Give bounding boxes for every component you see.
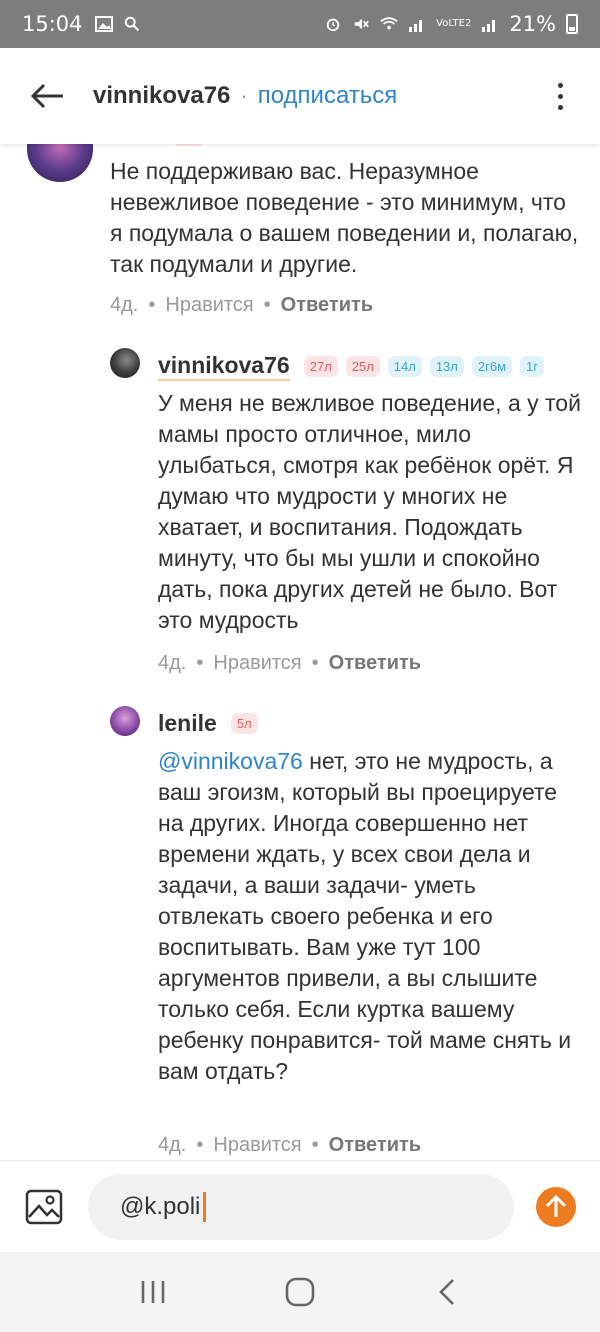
reply-button[interactable]: Ответить xyxy=(329,1134,421,1157)
comment-author[interactable]: vinnikova76 xyxy=(158,352,290,381)
reply-button[interactable]: Ответить xyxy=(281,294,373,317)
comment-meta: 4д. • Нравится • Ответить xyxy=(158,652,422,675)
signal-icon-2 xyxy=(482,20,496,32)
search-icon xyxy=(124,16,139,31)
comment-time: 4д. xyxy=(158,652,187,674)
app-header: vinnikova76 · подписаться xyxy=(0,48,600,144)
status-bar: 15:04 VoLTE2 21% xyxy=(0,0,600,48)
battery-icon xyxy=(566,14,578,34)
badge: 14л xyxy=(387,356,422,377)
back-nav-icon xyxy=(438,1279,454,1305)
photo-icon xyxy=(25,1189,63,1224)
comment-text: Не поддерживаю вас. Неразумное невежливо… xyxy=(110,158,579,277)
alarm-icon xyxy=(326,18,340,32)
recents-button[interactable] xyxy=(133,1272,173,1312)
badge: 13л xyxy=(429,356,464,377)
comments-list: Не поддерживаю вас. Неразумное невежливо… xyxy=(0,144,600,1159)
gallery-icon xyxy=(94,16,113,32)
comment-time: 4д. xyxy=(158,1134,187,1156)
comment-meta: 4д. • Нравится • Ответить xyxy=(158,1134,422,1157)
photo-button[interactable] xyxy=(24,1187,64,1227)
text-caret xyxy=(203,1191,207,1222)
battery-percent: 21% xyxy=(509,12,556,36)
like-button[interactable]: Нравится xyxy=(165,294,253,317)
signal-icon xyxy=(409,20,423,32)
comment-text: @vinnikova76 нет, это не мудрость, а ваш… xyxy=(158,746,583,1087)
recents-icon xyxy=(142,1281,165,1303)
badge: 25л xyxy=(345,356,380,377)
back-arrow-icon xyxy=(31,83,63,109)
avatar[interactable] xyxy=(110,706,140,736)
mention-link[interactable]: @vinnikova76 xyxy=(158,748,303,774)
like-button[interactable]: Нравится xyxy=(213,1134,301,1157)
comment-item: Не поддерживаю вас. Неразумное невежливо… xyxy=(0,144,600,324)
avatar[interactable] xyxy=(27,144,93,182)
send-arrow-icon xyxy=(545,1194,567,1217)
badge: 1г xyxy=(520,356,544,377)
badge: 2г6м xyxy=(471,356,513,377)
header-separator: · xyxy=(240,83,248,108)
comment-body: нет, это не мудрость, а ваш эгоизм, кото… xyxy=(158,748,572,1084)
mute-icon xyxy=(354,18,369,30)
author-row: vinnikova76 27л 25л 14л 13л 2г6м 1г xyxy=(158,352,544,381)
status-time: 15:04 xyxy=(22,12,83,36)
header-username[interactable]: vinnikova76 xyxy=(93,82,230,110)
system-nav-bar xyxy=(0,1252,600,1332)
reply-button[interactable]: Ответить xyxy=(329,652,421,675)
comment-author[interactable]: lenile xyxy=(158,710,217,737)
like-button[interactable]: Нравится xyxy=(213,652,301,675)
comment-meta: 4д. • Нравится • Ответить xyxy=(110,294,374,317)
comment-input[interactable]: @k.poli xyxy=(88,1173,514,1240)
wifi-icon xyxy=(380,17,398,30)
comment-input-value: @k.poli xyxy=(120,1192,201,1220)
comment-time: 4д. xyxy=(110,294,139,316)
home-icon xyxy=(285,1277,315,1307)
network-label: VoLTE2 xyxy=(436,18,472,29)
subscribe-link[interactable]: подписаться xyxy=(258,82,398,110)
comment-text: У меня не вежливое поведение, а у той ма… xyxy=(158,390,581,633)
badge: 5л xyxy=(230,713,258,734)
send-button[interactable] xyxy=(536,1186,576,1227)
comment-item: vinnikova76 27л 25л 14л 13л 2г6м 1г У ме… xyxy=(0,344,600,684)
back-nav-button[interactable] xyxy=(427,1272,467,1312)
back-button[interactable] xyxy=(28,76,68,116)
badge: 27л xyxy=(303,356,338,377)
badge xyxy=(175,144,203,146)
author-row: lenile 5л xyxy=(158,710,258,737)
more-vertical-icon xyxy=(557,82,563,88)
comment-input-bar: @k.poli xyxy=(0,1160,600,1252)
home-button[interactable] xyxy=(280,1272,320,1312)
comment-item: lenile 5л @vinnikova76 нет, это не мудро… xyxy=(0,704,600,1159)
avatar[interactable] xyxy=(110,348,140,378)
more-options-button[interactable] xyxy=(548,76,572,116)
